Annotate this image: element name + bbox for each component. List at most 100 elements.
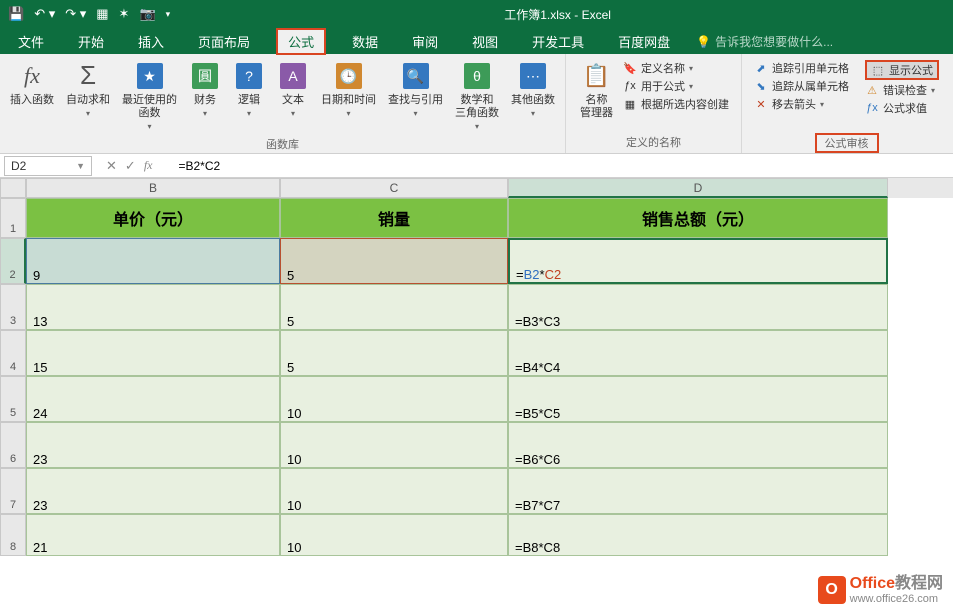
header-sales[interactable]: 销量 (280, 198, 508, 238)
enter-icon[interactable]: ✓ (125, 158, 136, 174)
remove-arrows-button[interactable]: ✕移去箭头 ▾ (754, 96, 849, 112)
menu-view[interactable]: 视图 (464, 28, 506, 55)
table-row: 3 13 5 =B3*C3 (0, 284, 953, 330)
row-header-1[interactable]: 1 (0, 198, 26, 238)
row-header-4[interactable]: 4 (0, 330, 26, 376)
camera-icon[interactable]: 📷 (139, 6, 155, 22)
row-header-5[interactable]: 5 (0, 376, 26, 422)
col-header-b[interactable]: B (26, 178, 280, 198)
qat-icon-2[interactable]: ✶ (119, 6, 130, 22)
insert-function-button[interactable]: fx 插入函数 (8, 58, 56, 134)
datetime-button[interactable]: 🕒 日期和时间▾ (319, 58, 378, 134)
text-button[interactable]: A 文本▾ (275, 58, 311, 134)
evaluate-formula-button[interactable]: ƒx公式求值 (865, 100, 939, 116)
cell-d4[interactable]: =B4*C4 (508, 330, 888, 376)
header-unit-price[interactable]: 单价（元） (26, 198, 280, 238)
cell-b2[interactable]: 9 (26, 238, 280, 284)
show-formulas-button[interactable]: ⬚显示公式 (865, 60, 939, 80)
autosum-button[interactable]: Σ 自动求和▾ (64, 58, 112, 134)
use-in-formula-button[interactable]: ƒx用于公式 ▾ (623, 78, 729, 94)
row-header-8[interactable]: 8 (0, 514, 26, 556)
menu-review[interactable]: 审阅 (404, 28, 446, 55)
menu-data[interactable]: 数据 (344, 28, 386, 55)
menu-baidu[interactable]: 百度网盘 (610, 28, 678, 55)
logical-icon: ? (236, 63, 262, 89)
recent-button[interactable]: ★ 最近使用的 函数▾ (120, 58, 179, 134)
tell-me-search[interactable]: 💡告诉我您想要做什么... (696, 33, 833, 50)
name-manager-button[interactable]: 📋 名称 管理器 (574, 58, 619, 122)
name-manager-label: 名称 管理器 (580, 94, 613, 120)
cell-b3[interactable]: 13 (26, 284, 280, 330)
use-in-formula-label: 用于公式 (641, 78, 685, 94)
group-defined-names: 📋 名称 管理器 🔖定义名称 ▾ ƒx用于公式 ▾ ▦根据所选内容创建 定义的名… (566, 54, 742, 153)
menu-dev[interactable]: 开发工具 (524, 28, 592, 55)
financial-label: 财务 (194, 94, 216, 107)
trace-precedents-button[interactable]: ⬈追踪引用单元格 (754, 60, 849, 76)
more-fn-button[interactable]: ⋯ 其他函数▾ (509, 58, 557, 134)
menu-home[interactable]: 开始 (70, 28, 112, 55)
cell-b5[interactable]: 24 (26, 376, 280, 422)
row-header-6[interactable]: 6 (0, 422, 26, 468)
select-all-corner[interactable] (0, 178, 26, 198)
redo-icon[interactable]: ↷ ▾ (65, 6, 86, 22)
lookup-button[interactable]: 🔍 查找与引用▾ (386, 58, 445, 134)
cell-d8[interactable]: =B8*C8 (508, 514, 888, 556)
chevron-down-icon[interactable]: ▼ (76, 161, 85, 171)
col-header-c[interactable]: C (280, 178, 508, 198)
cell-d3[interactable]: =B3*C3 (508, 284, 888, 330)
formula-input[interactable] (170, 157, 953, 175)
menu-formulas[interactable]: 公式 (276, 28, 326, 55)
worksheet[interactable]: B C D 1 单价（元） 销量 销售总额（元） 2 9 5 =B2*C2 3 … (0, 178, 953, 556)
fx-button-icon[interactable]: fx (144, 158, 153, 174)
row-header-7[interactable]: 7 (0, 468, 26, 514)
create-from-selection-button[interactable]: ▦根据所选内容创建 (623, 96, 729, 112)
cell-c7[interactable]: 10 (280, 468, 508, 514)
cell-c5[interactable]: 10 (280, 376, 508, 422)
ribbon: fx 插入函数 Σ 自动求和▾ ★ 最近使用的 函数▾ 圓 财务▾ ? 逻辑▾ … (0, 54, 953, 154)
menu-file[interactable]: 文件 (10, 28, 52, 55)
menu-insert[interactable]: 插入 (130, 28, 172, 55)
show-formulas-label: 显示公式 (889, 62, 933, 78)
name-box[interactable]: D2 ▼ (4, 156, 92, 176)
cancel-icon[interactable]: ✕ (106, 158, 117, 174)
cell-c3[interactable]: 5 (280, 284, 508, 330)
cell-c6[interactable]: 10 (280, 422, 508, 468)
column-headers: B C D (0, 178, 953, 198)
cell-c4[interactable]: 5 (280, 330, 508, 376)
trace-dependents-button[interactable]: ⬊追踪从属单元格 (754, 78, 849, 94)
cell-b4[interactable]: 15 (26, 330, 280, 376)
defined-names-label: 定义的名称 (626, 132, 681, 153)
more-fn-label: 其他函数 (511, 94, 555, 107)
cell-d5[interactable]: =B5*C5 (508, 376, 888, 422)
logical-button[interactable]: ? 逻辑▾ (231, 58, 267, 134)
watermark-url: www.office26.com (850, 593, 943, 605)
qat-icon-1[interactable]: ▦ (96, 6, 108, 22)
fx-small-icon: ƒx (623, 79, 637, 93)
math-button[interactable]: θ 数学和 三角函数▾ (453, 58, 501, 134)
row-header-2[interactable]: 2 (0, 238, 26, 284)
window-title: 工作簿1.xlsx - Excel (170, 6, 945, 23)
cell-b6[interactable]: 23 (26, 422, 280, 468)
fx-icon: fx (24, 63, 40, 89)
financial-button[interactable]: 圓 财务▾ (187, 58, 223, 134)
name-box-value: D2 (11, 159, 26, 173)
cell-b7[interactable]: 23 (26, 468, 280, 514)
define-name-button[interactable]: 🔖定义名称 ▾ (623, 60, 729, 76)
text-label: 文本 (282, 94, 304, 107)
col-header-d[interactable]: D (508, 178, 888, 198)
cell-d2[interactable]: =B2*C2 (508, 238, 888, 284)
save-icon[interactable]: 💾 (8, 6, 24, 22)
header-total[interactable]: 销售总额（元） (508, 198, 888, 238)
cell-b8[interactable]: 21 (26, 514, 280, 556)
sigma-icon: Σ (80, 60, 96, 91)
cell-d6[interactable]: =B6*C6 (508, 422, 888, 468)
menu-layout[interactable]: 页面布局 (190, 28, 258, 55)
cell-c8[interactable]: 10 (280, 514, 508, 556)
tag-icon: 🔖 (623, 61, 637, 75)
cell-c2[interactable]: 5 (280, 238, 508, 284)
row-header-3[interactable]: 3 (0, 284, 26, 330)
cell-d7[interactable]: =B7*C7 (508, 468, 888, 514)
error-checking-button[interactable]: ⚠错误检查 ▾ (865, 82, 939, 98)
undo-icon[interactable]: ↶ ▾ (34, 6, 55, 22)
watermark-logo-icon: O (818, 576, 846, 604)
